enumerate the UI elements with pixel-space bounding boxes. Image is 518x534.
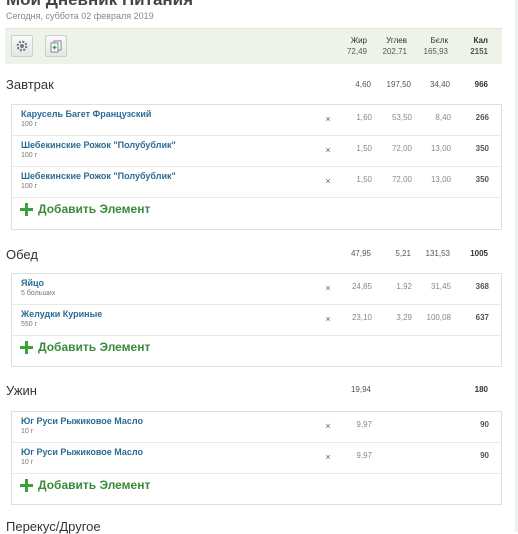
value-kal: 2151: [470, 47, 488, 56]
meal-title-breakfast: Завтрак: [6, 77, 54, 92]
meal-sum-fat: 19,94: [350, 385, 371, 394]
food-kal: 266: [475, 113, 489, 122]
food-kal: 90: [480, 451, 489, 460]
food-fat: 1,60: [356, 113, 372, 122]
plus-icon: [20, 341, 33, 354]
meal-title-dinner: Ужин: [6, 383, 37, 398]
food-amount: 10 г: [21, 459, 34, 466]
food-carb: 72,00: [391, 175, 412, 184]
food-amount: 550 г: [21, 321, 38, 328]
meal-sum-kal: 180: [474, 385, 488, 394]
food-amount: 10 г: [21, 428, 34, 435]
food-prot: 8,40: [435, 113, 451, 122]
food-kal: 368: [475, 282, 489, 291]
food-row: Желудки Куриные 550 г × 23,10 3,29 100,0…: [12, 305, 501, 336]
totals-fat: Жир 72,49: [327, 35, 367, 57]
food-fat: 9,97: [356, 451, 372, 460]
page-date: Сегодня, суббота 02 февраля 2019: [6, 11, 154, 21]
meal-box-dinner: Юг Руси Рыжиковое Масло 10 г × 9,97 90 Ю…: [11, 411, 502, 505]
meal-sum-kal: 966: [474, 80, 488, 89]
food-prot: 31,45: [430, 282, 451, 291]
gear-icon: [16, 40, 28, 52]
meal-sum-carb: 5,21: [395, 249, 411, 258]
meal-box-lunch: Яйцо 5 больших × 24,85 1,92 31,45 368 Же…: [11, 273, 502, 367]
header-fat: Жир: [350, 36, 367, 45]
food-fat: 1,50: [356, 144, 372, 153]
food-kal: 637: [475, 313, 489, 322]
totals-bar: Жир 72,49 Углев 202,71 Бєлк 165,93 Кал 2…: [5, 28, 502, 64]
food-fat: 23,10: [351, 313, 372, 322]
meal-sum-carb: 197,50: [386, 80, 411, 89]
food-carb: 53,50: [391, 113, 412, 122]
copy-meal-button[interactable]: [45, 35, 67, 57]
food-row: Яйцо 5 больших × 24,85 1,92 31,45 368: [12, 274, 501, 305]
food-row: Шебекинские Рожок "Полубублик" 100 г × 1…: [12, 136, 501, 167]
food-amount: 100 г: [21, 121, 38, 128]
meal-title-lunch: Обед: [6, 247, 38, 262]
food-name-link[interactable]: Юг Руси Рыжиковое Масло: [21, 447, 143, 457]
page-title: Мой Дневник Питания: [6, 0, 193, 9]
header-kal: Кал: [473, 36, 488, 45]
food-carb: 3,29: [396, 313, 412, 322]
food-row: Юг Руси Рыжиковое Масло 10 г × 9,97 90: [12, 443, 501, 474]
food-fat: 1,50: [356, 175, 372, 184]
meal-sum-fat: 47,95: [350, 249, 371, 258]
food-name-link[interactable]: Карусель Багет Французский: [21, 109, 151, 119]
add-item-button[interactable]: Добавить Элемент: [12, 336, 501, 364]
food-carb: 72,00: [391, 144, 412, 153]
value-fat: 72,49: [346, 47, 367, 56]
food-name-link[interactable]: Шебекинские Рожок "Полубублик": [21, 140, 176, 150]
food-name-link[interactable]: Желудки Куриные: [21, 309, 102, 319]
totals-kal: Кал 2151: [448, 35, 488, 57]
food-kal: 90: [480, 420, 489, 429]
meal-sum-prot: 34,40: [429, 80, 450, 89]
food-row: Юг Руси Рыжиковое Масло 10 г × 9,97 90: [12, 412, 501, 443]
header-prot: Бєлк: [430, 36, 449, 45]
food-kal: 350: [475, 175, 489, 184]
food-name-link[interactable]: Юг Руси Рыжиковое Масло: [21, 416, 143, 426]
add-item-label: Добавить Элемент: [38, 202, 151, 216]
value-carb: 202,71: [382, 47, 407, 56]
food-fat: 24,85: [351, 282, 372, 291]
food-amount: 100 г: [21, 152, 38, 159]
add-item-button[interactable]: Добавить Элемент: [12, 474, 501, 502]
meal-box-breakfast: Карусель Багет Французский 100 г × 1,60 …: [11, 104, 502, 230]
food-amount: 5 больших: [21, 290, 56, 297]
food-name-link[interactable]: Яйцо: [21, 278, 44, 288]
add-item-button[interactable]: Добавить Элемент: [12, 198, 501, 226]
copy-add-icon: [50, 40, 62, 53]
plus-icon: [20, 479, 33, 492]
meal-sum-fat: 4,60: [355, 80, 371, 89]
header-carb: Углев: [386, 36, 407, 45]
add-item-label: Добавить Элемент: [38, 340, 151, 354]
food-amount: 100 г: [21, 183, 38, 190]
meal-sum-prot: 131,53: [425, 249, 450, 258]
settings-button[interactable]: [11, 35, 33, 57]
totals-prot: Бєлк 165,93: [408, 35, 448, 57]
add-item-label: Добавить Элемент: [38, 478, 151, 492]
value-prot: 165,93: [423, 47, 448, 56]
food-name-link[interactable]: Шебекинские Рожок "Полубублик": [21, 171, 176, 181]
food-fat: 9,97: [356, 420, 372, 429]
food-prot: 13,00: [430, 144, 451, 153]
food-prot: 100,08: [426, 313, 451, 322]
meal-sum-kal: 1005: [470, 249, 488, 258]
food-row: Карусель Багет Французский 100 г × 1,60 …: [12, 105, 501, 136]
totals-carb: Углев 202,71: [367, 35, 407, 57]
food-carb: 1,92: [396, 282, 412, 291]
food-prot: 13,00: [430, 175, 451, 184]
food-row: Шебекинские Рожок "Полубублик" 100 г × 1…: [12, 167, 501, 198]
plus-icon: [20, 203, 33, 216]
food-kal: 350: [475, 144, 489, 153]
